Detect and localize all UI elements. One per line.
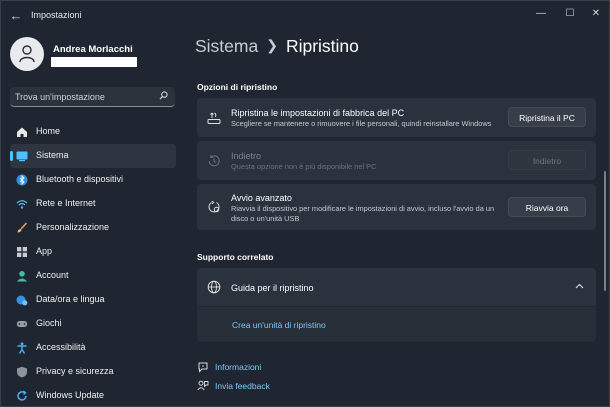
advanced-startup-title: Avvio avanzato: [231, 193, 292, 203]
chevron-right-icon: ❯: [266, 37, 278, 53]
wifi-icon: [16, 200, 28, 209]
accessibility-icon: [17, 342, 27, 354]
go-back-description: Questa opzione non è più disponibile nel…: [231, 162, 377, 171]
settings-window: ← Impostazioni — ☐ ✕ Andrea Morlacchi Ho…: [0, 0, 610, 407]
reset-pc-button[interactable]: Ripristina il PC: [508, 107, 586, 127]
restart-now-button[interactable]: Riavvia ora: [508, 197, 586, 217]
sidebar-item-bluetooth[interactable]: Bluetooth e dispositivi: [10, 168, 176, 192]
page-title: Ripristino: [285, 36, 359, 56]
scrollbar[interactable]: [604, 171, 606, 291]
history-icon: [208, 155, 220, 167]
search-input[interactable]: [15, 90, 155, 103]
go-back-button[interactable]: Indietro: [508, 150, 586, 170]
chevron-up-icon[interactable]: [575, 283, 584, 289]
reset-pc-description: Scegliere se mantenere o rimuovere i fil…: [231, 119, 492, 128]
sidebar-nav: Home Sistema Bluetooth e dispositivi Ret…: [10, 120, 176, 406]
brush-icon: [17, 222, 28, 233]
recovery-help-content: Crea un'unità di ripristino: [197, 307, 596, 342]
sidebar-item-privacy[interactable]: Privacy e sicurezza: [10, 360, 176, 384]
recovery-help-expander[interactable]: Guida per il ripristino: [197, 268, 596, 306]
minimize-icon[interactable]: —: [528, 4, 554, 24]
user-icon: [19, 45, 35, 63]
sidebar-item-windows-update[interactable]: Windows Update: [10, 384, 176, 406]
reset-pc-title: Ripristina le impostazioni di fabbrica d…: [231, 108, 405, 118]
sidebar-item-label: Sistema: [36, 150, 69, 160]
sidebar-item-label: Bluetooth e dispositivi: [36, 174, 124, 184]
breadcrumb: Sistema ❯ Ripristino: [195, 36, 359, 57]
sidebar-item-label: Data/ora e lingua: [36, 294, 105, 304]
sidebar-item-apps[interactable]: App: [10, 240, 176, 264]
globe-clock-icon: [16, 295, 28, 306]
update-icon: [17, 390, 27, 401]
search-icon[interactable]: [159, 91, 168, 100]
go-back-title: Indietro: [231, 151, 262, 161]
sidebar-item-label: Giochi: [36, 318, 62, 328]
sidebar-item-label: Accessibilità: [36, 342, 86, 352]
sidebar-item-system[interactable]: Sistema: [10, 144, 176, 168]
section-title-recovery: Opzioni di ripristino: [197, 82, 278, 92]
advanced-startup-card: Avvio avanzato Riavvia il dispositivo pe…: [197, 184, 596, 230]
sidebar-item-time-language[interactable]: Data/ora e lingua: [10, 288, 176, 312]
sidebar-item-label: Personalizzazione: [36, 222, 110, 232]
feedback-icon: [197, 380, 209, 391]
advanced-startup-icon: [208, 200, 220, 213]
help-chat-icon: [198, 362, 208, 373]
info-link[interactable]: Informazioni: [215, 362, 261, 372]
sidebar-item-label: Home: [36, 126, 61, 136]
gamepad-icon: [16, 321, 28, 327]
breadcrumb-parent[interactable]: Sistema: [195, 36, 258, 56]
app-title: Impostazioni: [31, 10, 82, 20]
sidebar-item-label: Rete e Internet: [36, 198, 96, 208]
globe-icon: [207, 280, 221, 294]
reset-pc-icon: [207, 112, 221, 124]
sidebar-item-label: App: [36, 246, 53, 256]
sidebar-item-home[interactable]: Home: [10, 120, 176, 144]
sidebar-item-gaming[interactable]: Giochi: [10, 312, 176, 336]
sidebar-item-accounts[interactable]: Account: [10, 264, 176, 288]
go-back-card: Indietro Questa opzione non è più dispon…: [197, 141, 596, 180]
bluetooth-icon: [16, 174, 28, 186]
account-icon: [16, 271, 28, 282]
sidebar-item-label: Privacy e sicurezza: [36, 366, 114, 376]
close-icon[interactable]: ✕: [583, 4, 609, 24]
system-icon: [16, 151, 28, 162]
avatar[interactable]: [10, 37, 44, 71]
apps-icon: [17, 247, 27, 257]
redacted-email: [51, 57, 137, 67]
sidebar-item-personalization[interactable]: Personalizzazione: [10, 216, 176, 240]
maximize-icon[interactable]: ☐: [557, 4, 583, 24]
sidebar-item-label: Account: [36, 270, 69, 280]
create-recovery-drive-link[interactable]: Crea un'unità di ripristino: [232, 320, 326, 330]
user-name: Andrea Morlacchi: [53, 44, 133, 55]
sidebar-item-network[interactable]: Rete e Internet: [10, 192, 176, 216]
back-arrow-icon[interactable]: ←: [9, 9, 23, 23]
send-feedback-link[interactable]: Invia feedback: [215, 381, 270, 391]
sidebar-item-label: Windows Update: [36, 390, 105, 400]
advanced-startup-description: Riavvia il dispositivo per modificare le…: [231, 204, 495, 223]
section-title-related: Supporto correlato: [197, 252, 274, 262]
home-icon: [17, 127, 27, 137]
shield-icon: [17, 366, 27, 378]
recovery-help-title: Guida per il ripristino: [231, 283, 314, 293]
title-bar: ← Impostazioni — ☐ ✕: [1, 1, 609, 31]
search-box[interactable]: [10, 87, 175, 107]
sidebar-item-accessibility[interactable]: Accessibilità: [10, 336, 176, 360]
reset-pc-card: Ripristina le impostazioni di fabbrica d…: [197, 98, 596, 137]
